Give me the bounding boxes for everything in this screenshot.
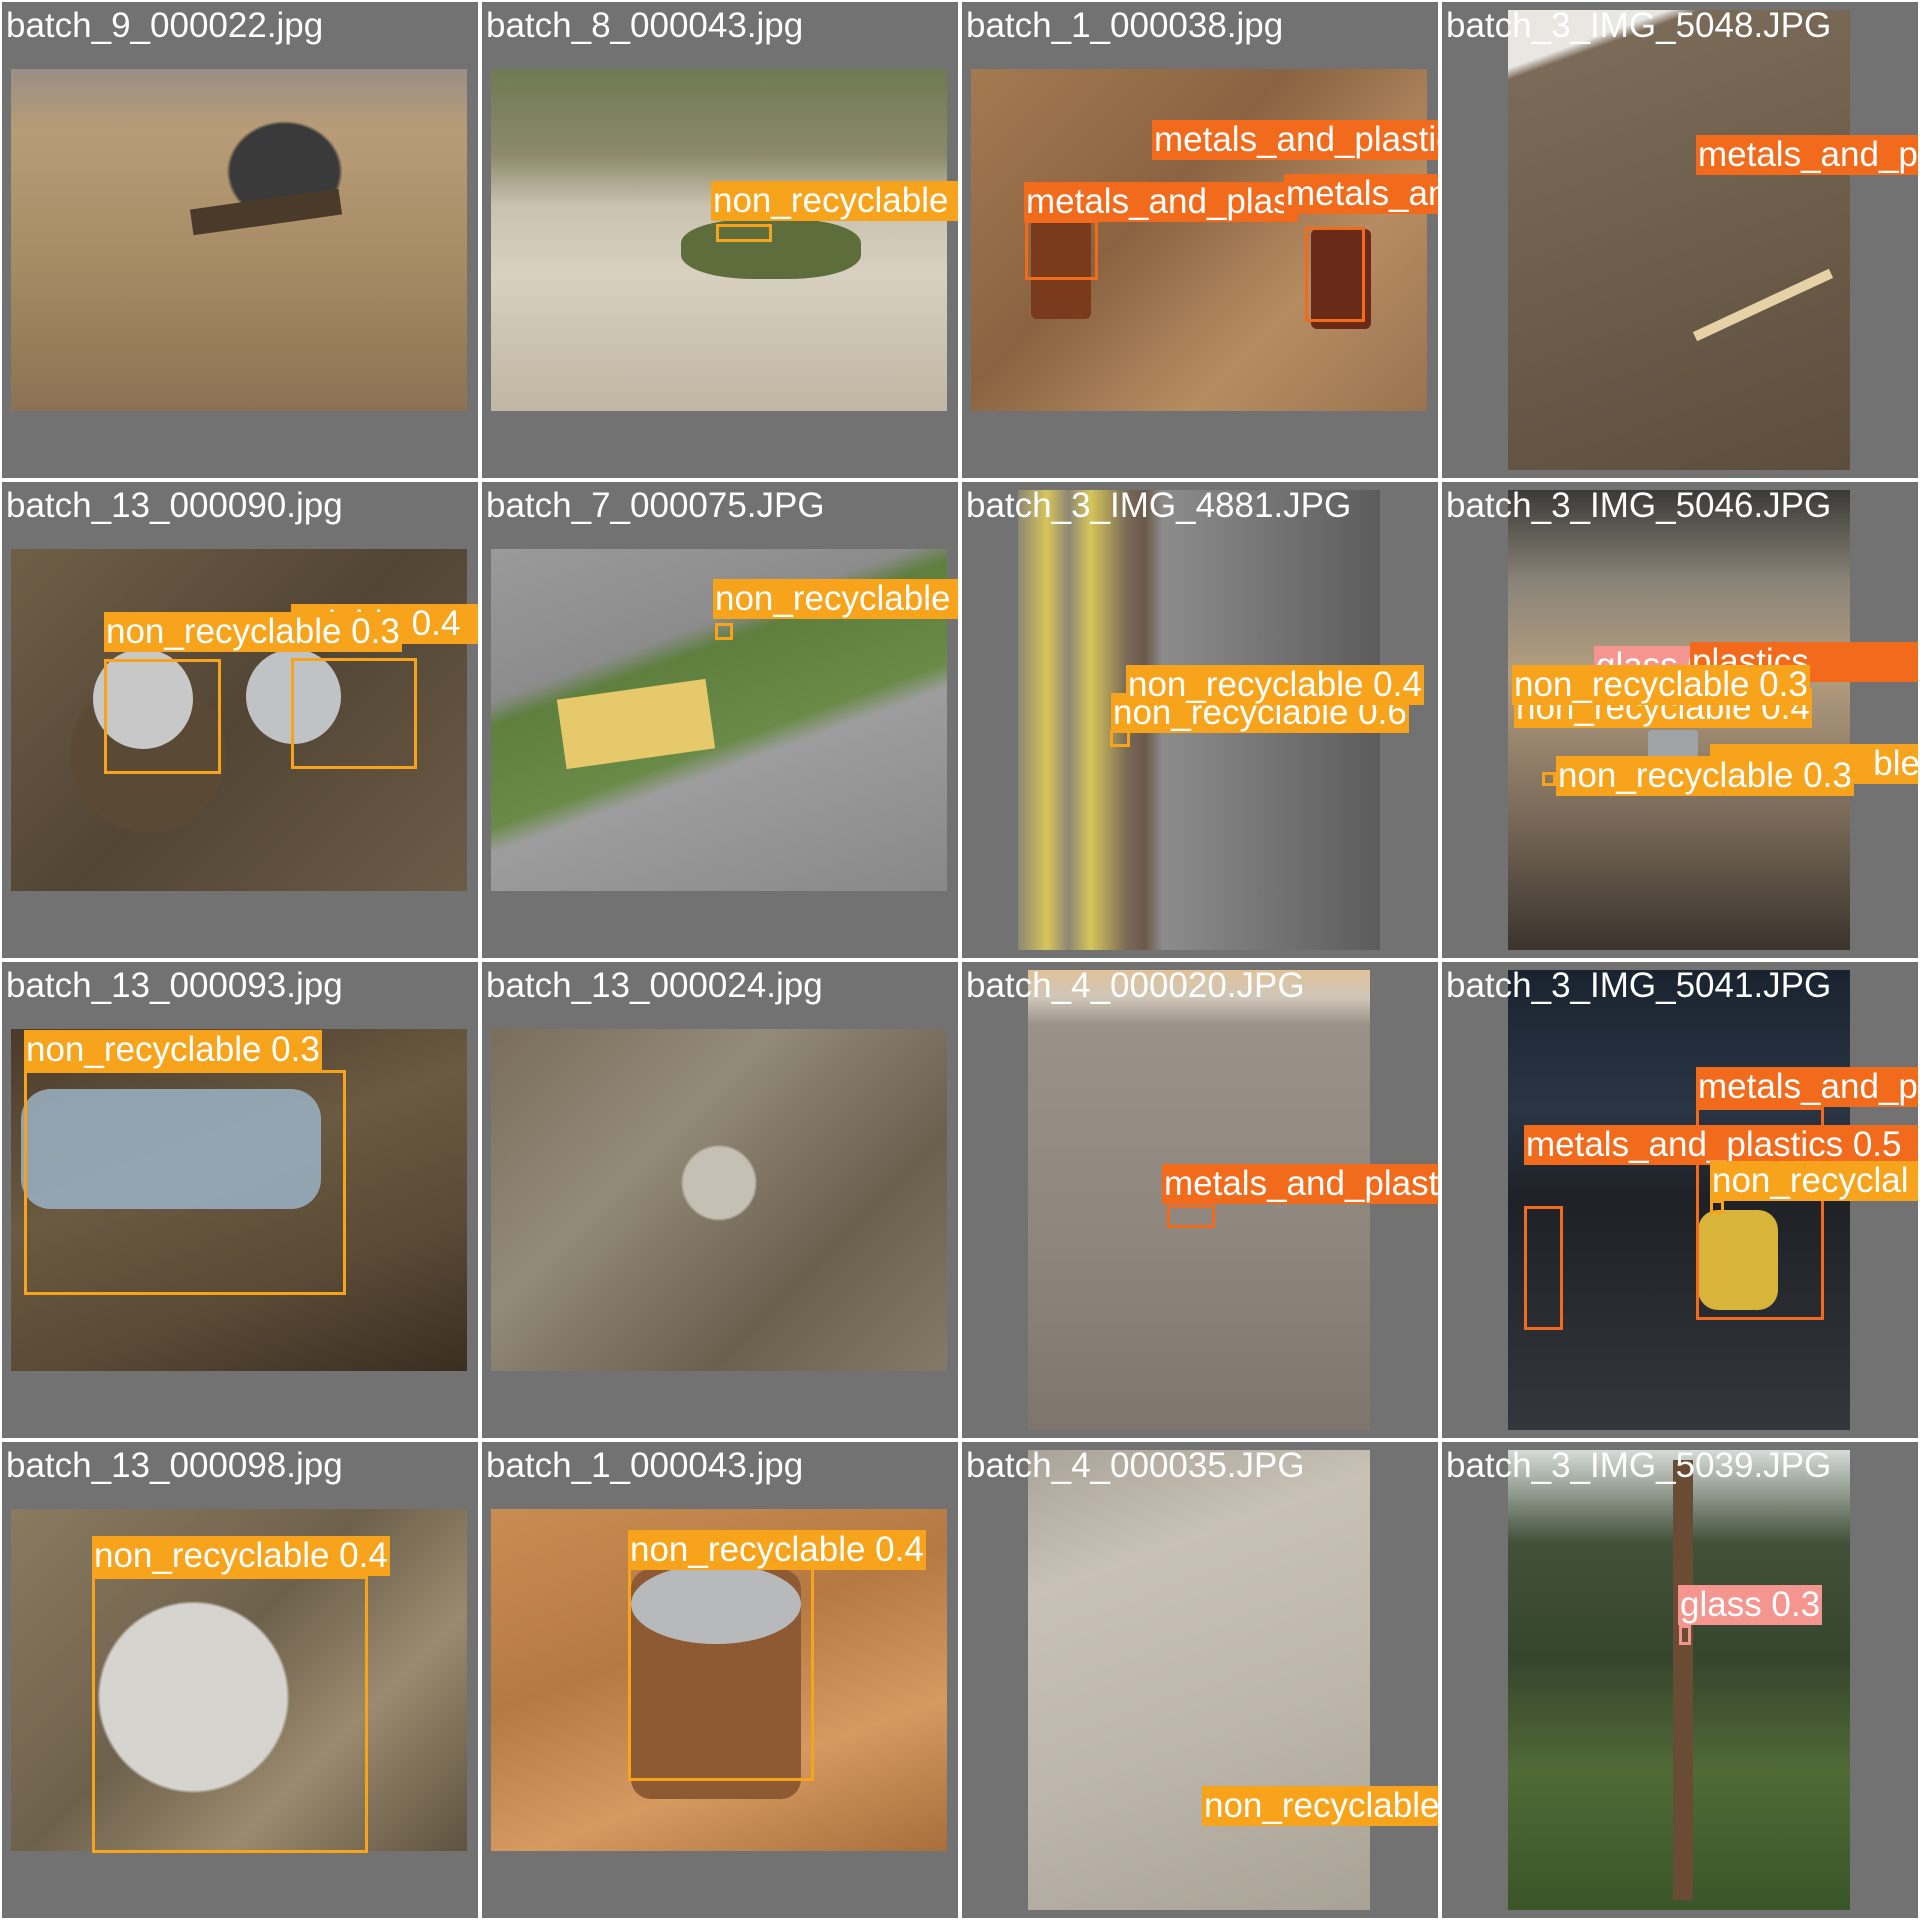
detection-label: non_recyclable 0.3 bbox=[1202, 1786, 1438, 1826]
tile-batch-4-000035[interactable]: batch_4_000035.JPG non_recyclable 0.3 bbox=[962, 1442, 1438, 1918]
detection-box bbox=[715, 623, 733, 640]
tile-filename: batch_13_000024.jpg bbox=[486, 966, 823, 1005]
detection-label: non_recyclable 0.4 bbox=[92, 1536, 390, 1576]
tile-filename: batch_7_000075.JPG bbox=[486, 486, 825, 525]
tile-filename: batch_8_000043.jpg bbox=[486, 6, 804, 45]
detection-box bbox=[1524, 1206, 1563, 1330]
detection-box bbox=[716, 224, 772, 242]
leaves-tissue-photo bbox=[491, 1029, 947, 1371]
detection-label: non_recyclable 0.3 bbox=[1512, 665, 1810, 705]
detection-box bbox=[1710, 1200, 1724, 1214]
tile-batch-13-000090[interactable]: batch_13_000090.jpg yclable 0.4 non_recy… bbox=[2, 482, 478, 958]
detection-label: non_recyclal bbox=[1710, 1161, 1918, 1201]
tile-batch-3-img-5041[interactable]: batch_3_IMG_5041.JPG metals_and_p metals… bbox=[1442, 962, 1918, 1438]
tile-batch-4-000020[interactable]: batch_4_000020.JPG metals_and_plastics 0… bbox=[962, 962, 1438, 1438]
detection-label: metals_and_plastics 0.7 bbox=[1152, 120, 1438, 160]
detection-label: non_recyclable 0.3 bbox=[104, 612, 402, 652]
tile-batch-8-000043[interactable]: batch_8_000043.jpg non_recyclable 0.3 bbox=[482, 2, 958, 478]
tile-filename: batch_13_000093.jpg bbox=[6, 966, 343, 1005]
tile-filename: batch_13_000090.jpg bbox=[6, 486, 343, 525]
tile-filename: batch_3_IMG_5039.JPG bbox=[1446, 1446, 1832, 1485]
detection-label: metals_and_plastics 0.34 bbox=[1284, 174, 1438, 214]
detection-label: metals_and_p bbox=[1696, 1067, 1918, 1107]
tile-batch-3-img-5048[interactable]: batch_3_IMG_5048.JPG metals_and_p bbox=[1442, 2, 1918, 478]
tile-filename: batch_4_000035.JPG bbox=[966, 1446, 1305, 1485]
detection-label: non_recyclable 0.4 bbox=[628, 1530, 926, 1570]
tile-filename: batch_13_000098.jpg bbox=[6, 1446, 343, 1485]
sandy-beach-stick-photo bbox=[11, 69, 467, 411]
tile-batch-3-img-5046[interactable]: batch_3_IMG_5046.JPG glass 0.30.3 plasti… bbox=[1442, 482, 1918, 958]
detection-box bbox=[104, 659, 221, 774]
detection-label: non_recyclable 0.3 bbox=[713, 579, 958, 619]
sand-footprints-photo bbox=[1028, 1450, 1370, 1910]
tile-batch-13-000098[interactable]: batch_13_000098.jpg non_recyclable 0.4 bbox=[2, 1442, 478, 1918]
tile-filename: batch_3_IMG_5041.JPG bbox=[1446, 966, 1832, 1005]
detection-box bbox=[1025, 220, 1098, 280]
detection-box bbox=[1542, 772, 1556, 786]
forest-tree-photo bbox=[1508, 1450, 1850, 1910]
detection-label: non_recyclable 0.4 bbox=[1126, 665, 1424, 705]
tile-filename: batch_1_000043.jpg bbox=[486, 1446, 804, 1485]
tile-batch-3-img-4881[interactable]: batch_3_IMG_4881.JPG non_recyclable 0.6 … bbox=[962, 482, 1438, 958]
tile-batch-3-img-5039[interactable]: batch_3_IMG_5039.JPG glass 0.3 bbox=[1442, 1442, 1918, 1918]
detection-box bbox=[92, 1576, 368, 1853]
detection-label: non_recyclable 0.3 bbox=[711, 181, 958, 221]
detection-label: metals_and_p bbox=[1696, 135, 1918, 175]
detection-box bbox=[628, 1567, 814, 1781]
tile-filename: batch_1_000038.jpg bbox=[966, 6, 1284, 45]
detection-label: glass 0.3 bbox=[1678, 1585, 1823, 1625]
tile-batch-13-000024[interactable]: batch_13_000024.jpg bbox=[482, 962, 958, 1438]
detection-label: metals_and_plastics 0.5 bbox=[1524, 1125, 1918, 1165]
tile-batch-1-000043[interactable]: batch_1_000043.jpg non_recyclable 0.4 bbox=[482, 1442, 958, 1918]
tile-filename: batch_9_000022.jpg bbox=[6, 6, 324, 45]
detection-label: metals_and_plastics 0.4 bbox=[1162, 1164, 1438, 1204]
tile-batch-9-000022[interactable]: batch_9_000022.jpg bbox=[2, 2, 478, 478]
tile-filename: batch_3_IMG_5046.JPG bbox=[1446, 486, 1832, 525]
detection-box bbox=[1167, 1205, 1215, 1228]
tile-batch-1-000038[interactable]: batch_1_000038.jpg metals_and_plastics 0… bbox=[962, 2, 1438, 478]
detection-box bbox=[1679, 1625, 1691, 1645]
detection-label: non_recyclable 0.3 bbox=[1556, 756, 1854, 796]
detection-box bbox=[24, 1070, 346, 1295]
detection-label: non_recyclable 0.3 bbox=[24, 1030, 322, 1070]
wood-floor-photo bbox=[1508, 10, 1850, 470]
detection-box bbox=[1305, 227, 1365, 322]
detection-box bbox=[291, 658, 417, 769]
detection-label: metals_and_plas bbox=[1024, 182, 1298, 222]
detection-mosaic: batch_9_000022.jpg batch_8_000043.jpg no… bbox=[0, 0, 1920, 1920]
tile-filename: batch_3_IMG_4881.JPG bbox=[966, 486, 1352, 525]
tile-batch-13-000093[interactable]: batch_13_000093.jpg non_recyclable 0.3 bbox=[2, 962, 478, 1438]
tile-filename: batch_3_IMG_5048.JPG bbox=[1446, 6, 1832, 45]
tile-batch-7-000075[interactable]: batch_7_000075.JPG non_recyclable 0.3 bbox=[482, 482, 958, 958]
tile-filename: batch_4_000020.JPG bbox=[966, 966, 1305, 1005]
